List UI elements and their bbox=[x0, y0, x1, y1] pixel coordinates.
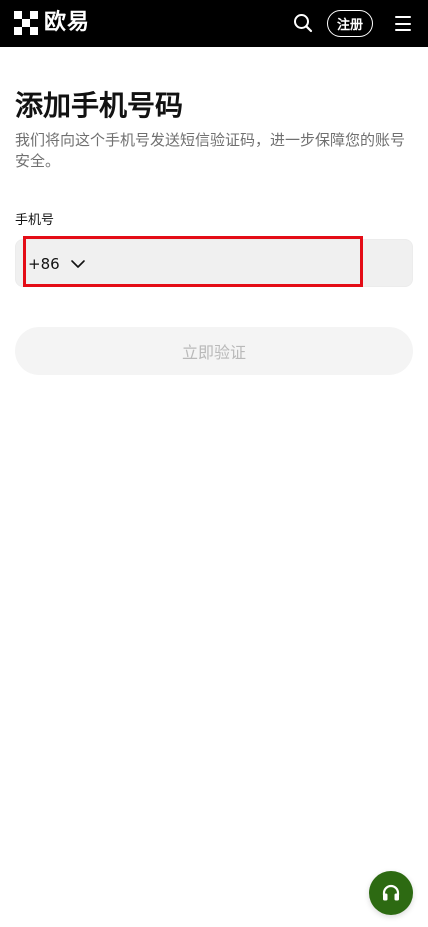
country-code-value: +86 bbox=[28, 255, 60, 273]
verify-now-button[interactable]: 立即验证 bbox=[15, 327, 413, 375]
headset-icon bbox=[382, 884, 400, 901]
menu-button[interactable] bbox=[395, 16, 411, 32]
search-icon bbox=[294, 14, 313, 33]
search-button[interactable] bbox=[292, 12, 314, 34]
brand-logo[interactable]: 欧易 bbox=[14, 10, 90, 36]
page-description: 我们将向这个手机号发送短信验证码，进一步保障您的账号安全。 bbox=[15, 131, 406, 170]
register-button[interactable]: 注册 bbox=[327, 10, 373, 37]
phone-field-label: 手机号 bbox=[15, 213, 55, 228]
chevron-down-icon bbox=[70, 260, 85, 268]
country-code-selector[interactable]: +86 bbox=[28, 254, 86, 274]
brand-name: 欧易 bbox=[44, 10, 91, 35]
customer-support-button[interactable] bbox=[369, 871, 413, 915]
phone-input-field[interactable]: +86 bbox=[15, 239, 413, 287]
page-title: 添加手机号码 bbox=[15, 89, 184, 122]
top-navigation-bar: 欧易 注册 bbox=[0, 0, 428, 47]
okx-logo-icon bbox=[14, 11, 38, 35]
